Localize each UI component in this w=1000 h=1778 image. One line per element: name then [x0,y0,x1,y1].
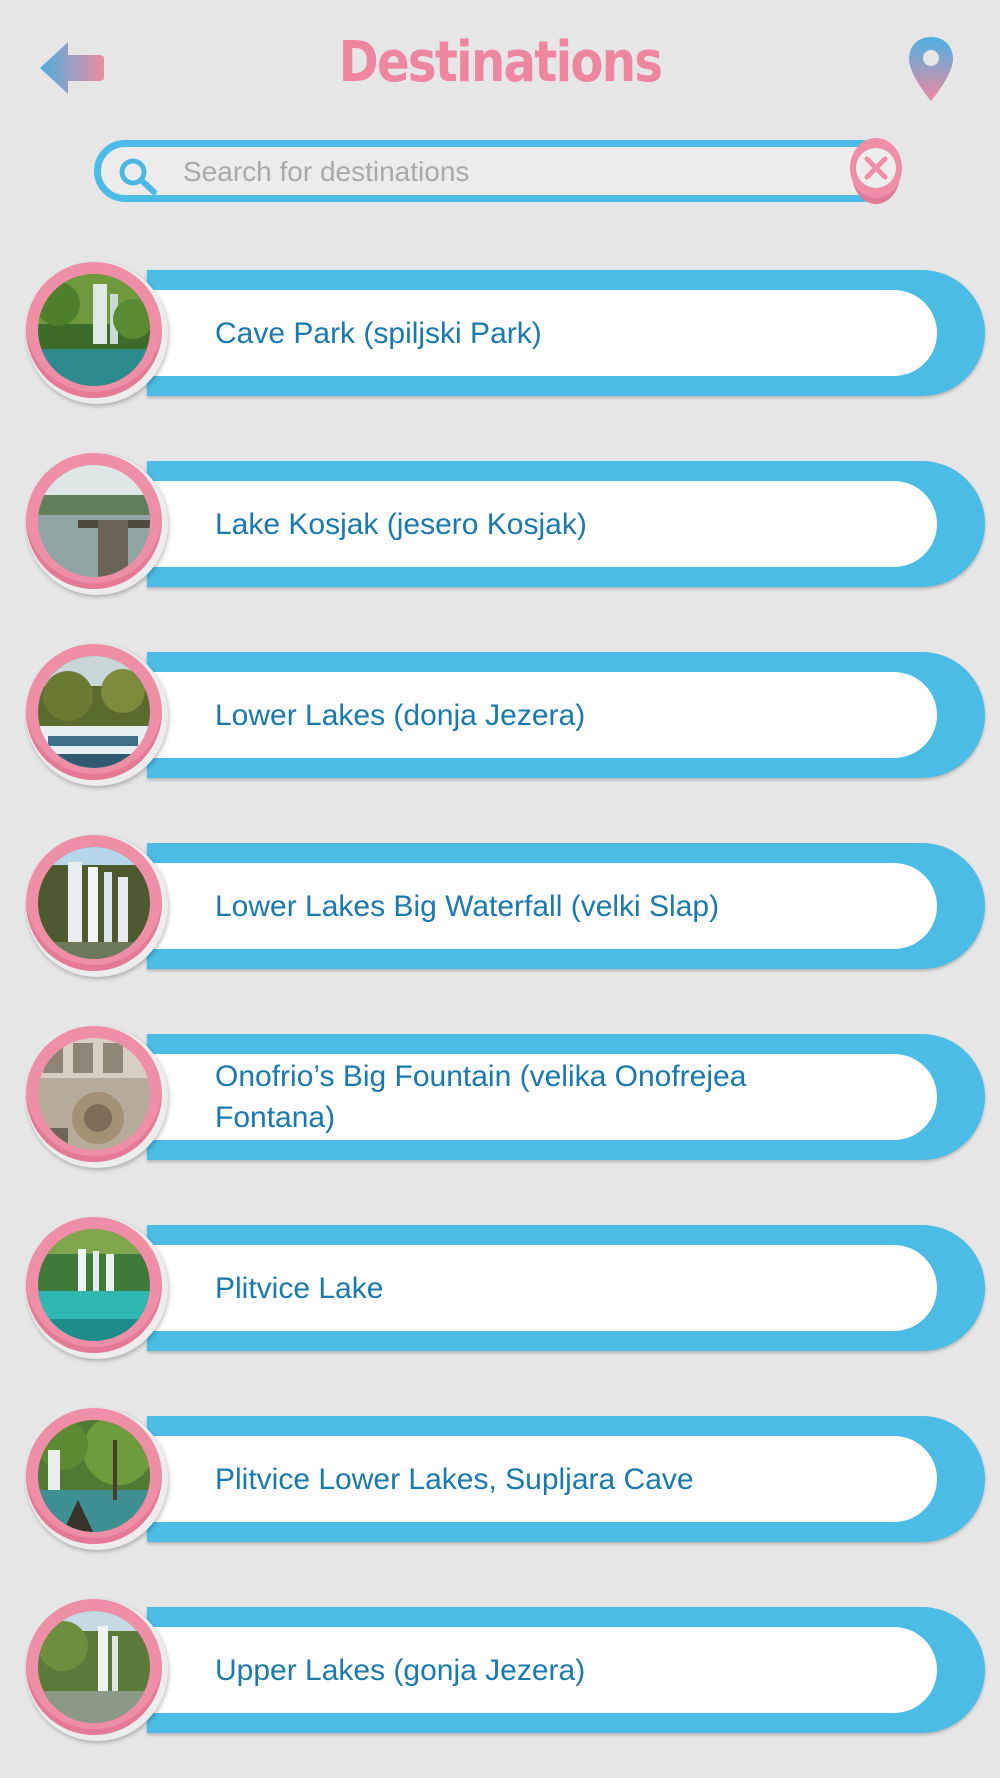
destination-thumbnail [38,1229,150,1341]
destination-thumbnail [38,847,150,959]
destination-bar: Plitvice Lake [147,1225,985,1351]
destination-item[interactable]: Upper Lakes (gonja Jezera) [22,1595,985,1745]
destination-bar: Lake Kosjak (jesero Kosjak) [147,461,985,587]
destination-thumbnail [38,1038,150,1150]
destination-list: Cave Park (spiljski Park) Lake Kosjak (j… [0,0,1000,1778]
destination-label: Onofrio’s Big Fountain (velika Onofrejea… [215,1060,747,1134]
destination-label: Lower Lakes (donja Jezera) [215,698,586,732]
destination-item[interactable]: Cave Park (spiljski Park) [22,258,985,408]
destination-item[interactable]: Onofrio’s Big Fountain (velika Onofrejea… [22,1022,985,1172]
destination-label: Lake Kosjak (jesero Kosjak) [215,507,587,541]
destination-item[interactable]: Plitvice Lake [22,1213,985,1363]
destination-label: Plitvice Lower Lakes, Supljara Cave [215,1462,694,1496]
destination-bar: Lower Lakes Big Waterfall (velki Slap) [147,843,985,969]
destination-bar: Lower Lakes (donja Jezera) [147,652,985,778]
destination-thumbnail [38,465,150,577]
destination-item[interactable]: Plitvice Lower Lakes, Supljara Cave [22,1404,985,1554]
destination-bar: Cave Park (spiljski Park) [147,270,985,396]
destination-thumbnail [38,274,150,386]
destination-bar: Onofrio’s Big Fountain (velika Onofrejea… [147,1034,985,1160]
destination-thumbnail [38,656,150,768]
destination-label: Plitvice Lake [215,1271,384,1305]
destination-item[interactable]: Lake Kosjak (jesero Kosjak) [22,449,985,599]
destination-item[interactable]: Lower Lakes (donja Jezera) [22,640,985,790]
destination-label: Cave Park (spiljski Park) [215,316,542,350]
destination-label: Lower Lakes Big Waterfall (velki Slap) [215,889,720,923]
destination-label: Upper Lakes (gonja Jezera) [215,1653,586,1687]
destination-item[interactable]: Lower Lakes Big Waterfall (velki Slap) [22,831,985,981]
destination-bar: Upper Lakes (gonja Jezera) [147,1607,985,1733]
destination-thumbnail [38,1420,150,1532]
destination-bar: Plitvice Lower Lakes, Supljara Cave [147,1416,985,1542]
destination-thumbnail [38,1611,150,1723]
